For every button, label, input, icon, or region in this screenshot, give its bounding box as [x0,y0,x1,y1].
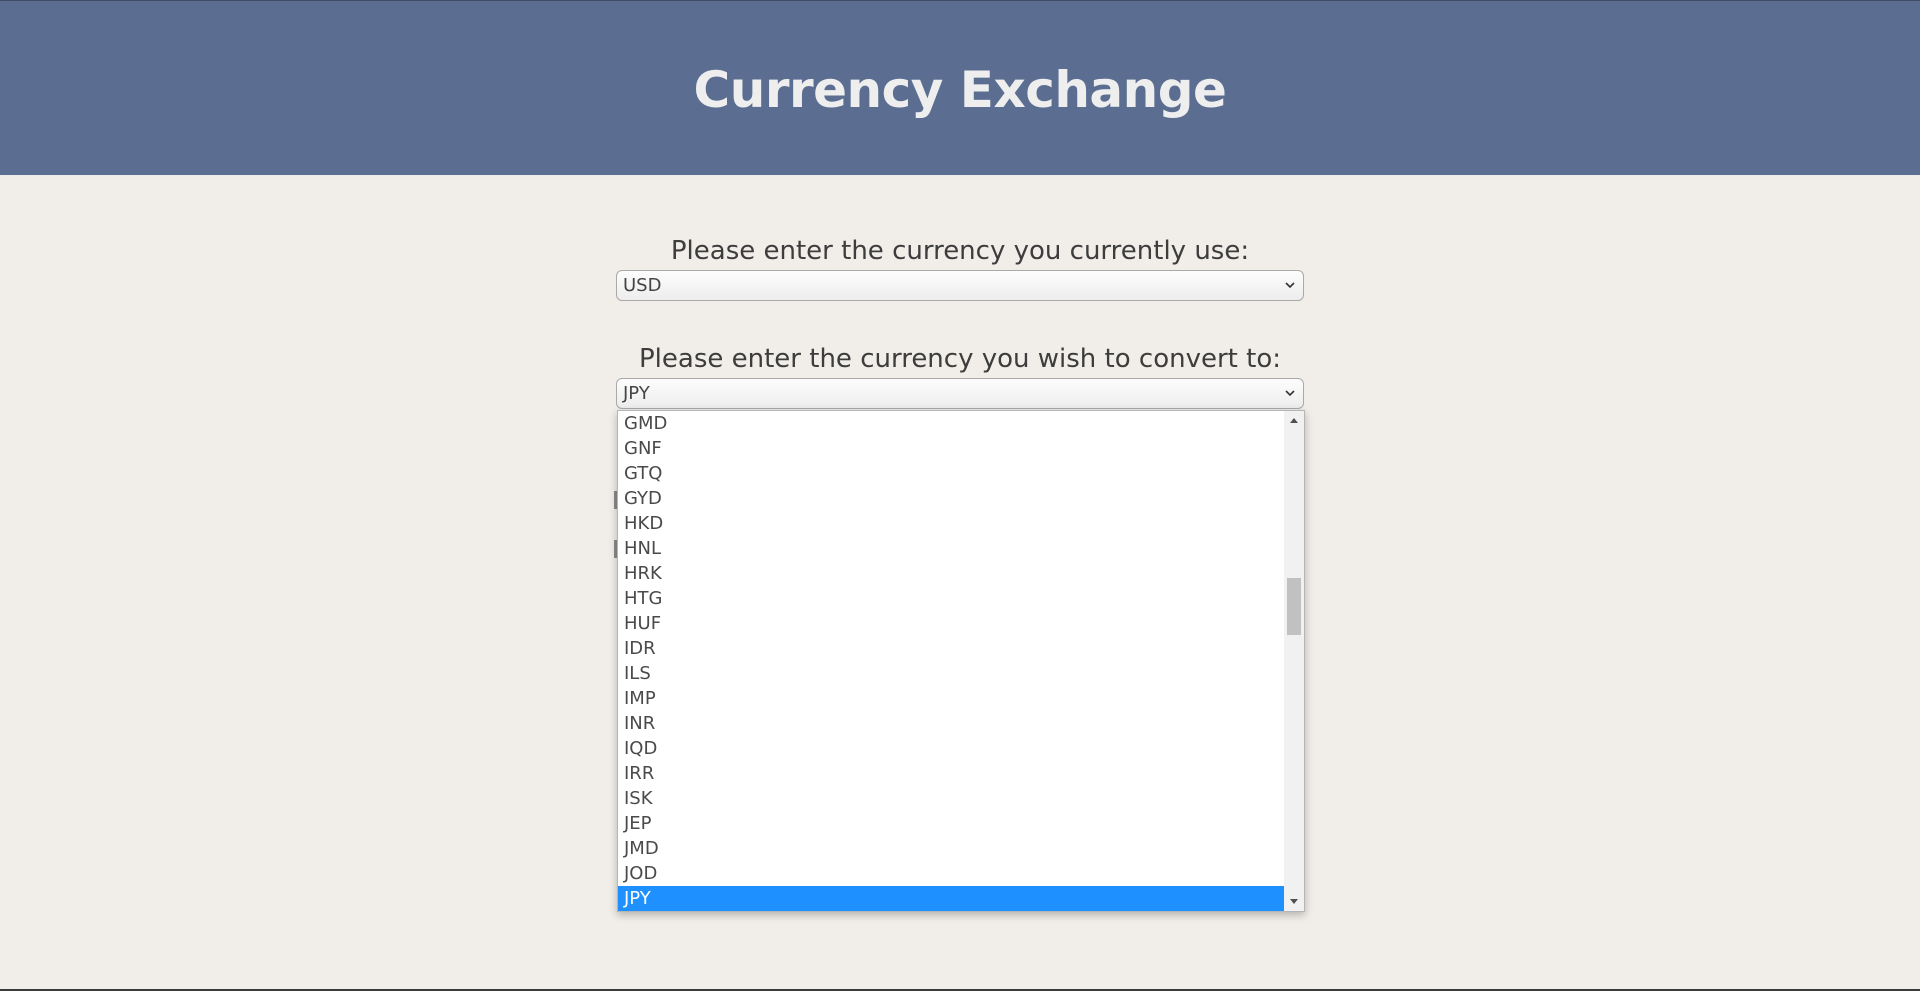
from-currency-select[interactable]: USD [616,270,1304,301]
scroll-up-arrow-icon[interactable] [1284,411,1304,431]
dropdown-option[interactable]: HKD [618,511,1284,536]
dropdown-option[interactable]: ISK [618,786,1284,811]
dropdown-option[interactable]: HUF [618,611,1284,636]
to-currency-value: JPY [623,383,650,404]
dropdown-option[interactable]: JEP [618,811,1284,836]
dropdown-option[interactable]: ILS [618,661,1284,686]
to-currency-label: Please enter the currency you wish to co… [639,344,1281,374]
dropdown-option[interactable]: IRR [618,761,1284,786]
chevron-down-icon [1285,390,1295,397]
dropdown-option[interactable]: JMD [618,836,1284,861]
dropdown-option[interactable]: GMD [618,411,1284,436]
dropdown-option[interactable]: IMP [618,686,1284,711]
dropdown-option[interactable]: GTQ [618,461,1284,486]
dropdown-option[interactable]: GYD [618,486,1284,511]
dropdown-option[interactable]: HRK [618,561,1284,586]
scrollbar-thumb[interactable] [1287,578,1301,635]
option-list: GMD GNF GTQ GYD HKD HNL HRK HTG HUF IDR ILS IMP INR I… [618,411,1304,911]
dropdown-option[interactable]: HNL [618,536,1284,561]
dropdown-option[interactable]: INR [618,711,1284,736]
scrollbar[interactable] [1284,411,1304,911]
dropdown-option[interactable]: HTG [618,586,1284,611]
from-currency-label: Please enter the currency you currently … [670,236,1250,266]
dropdown-option[interactable]: IQD [618,736,1284,761]
header-bar: Currency Exchange [0,0,1920,175]
page-title: Currency Exchange [693,61,1227,119]
dropdown-option[interactable]: GNF [618,436,1284,461]
dropdown-option[interactable]: JOD [618,861,1284,886]
dropdown-option[interactable]: IDR [618,636,1284,661]
currency-dropdown-list[interactable]: GMD GNF GTQ GYD HKD HNL HRK HTG HUF IDR ILS IMP INR I… [617,410,1305,912]
chevron-down-icon [1285,282,1295,289]
dropdown-option[interactable]: JPY [618,886,1284,911]
to-currency-select[interactable]: JPY [616,378,1304,409]
from-currency-value: USD [623,275,662,296]
scroll-down-arrow-icon[interactable] [1284,891,1304,911]
